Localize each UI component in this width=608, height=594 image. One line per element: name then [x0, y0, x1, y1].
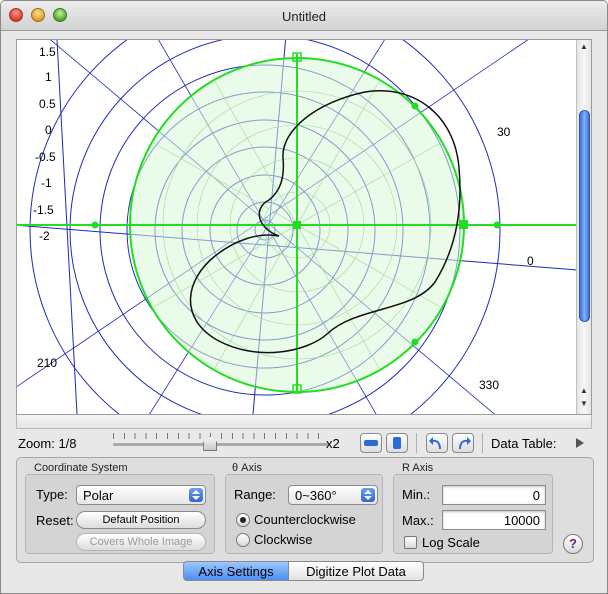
- zoom-slider-ticks: [113, 433, 329, 439]
- radius-handle[interactable]: [459, 220, 468, 229]
- axis-label: 0: [45, 123, 52, 137]
- theta-range-popup[interactable]: 0~360°: [288, 485, 378, 505]
- plot-canvas[interactable]: 1.5 1 0.5 0 -0.5 -1 -1.5 -2 30 0 210 330: [17, 40, 576, 414]
- counterclockwise-radio[interactable]: [236, 513, 250, 527]
- coordinate-system-group: Coordinate System Type: Polar Reset: Def…: [25, 462, 215, 554]
- rotate-right-icon: [459, 437, 471, 449]
- covers-whole-image-button[interactable]: Covers Whole Image: [76, 533, 206, 551]
- fit-width-icon: [364, 440, 378, 446]
- plot-view[interactable]: 1.5 1 0.5 0 -0.5 -1 -1.5 -2 30 0 210 330: [16, 39, 592, 415]
- popup-arrows-icon: [361, 488, 375, 502]
- coordinate-type-popup[interactable]: Polar: [76, 485, 206, 505]
- axis-label: -0.5: [35, 150, 56, 164]
- axis-label: 1: [45, 70, 52, 84]
- rotate-right-button[interactable]: [452, 433, 474, 453]
- axis-label: 0.5: [39, 97, 56, 111]
- zoom-max-label: x2: [326, 436, 340, 451]
- zoom-label: Zoom: 1/8: [18, 436, 77, 451]
- popup-arrows-icon: [189, 488, 203, 502]
- max-label: Max.:: [402, 513, 434, 528]
- vertical-scroll-thumb[interactable]: [579, 110, 590, 322]
- reset-label: Reset:: [36, 513, 74, 528]
- fit-width-button[interactable]: [360, 433, 382, 453]
- scroll-up-icon[interactable]: ▲: [580, 386, 588, 395]
- origin-handle[interactable]: [293, 221, 301, 229]
- fit-height-icon: [393, 437, 401, 449]
- angle-label: 330: [479, 378, 499, 392]
- coordinate-type-value: Polar: [83, 488, 114, 503]
- angle-label: 0: [527, 254, 534, 268]
- r-axis-group: R Axis Min.: 0 Max.: 10000 Log Scale: [393, 462, 553, 554]
- r-max-field[interactable]: 10000: [442, 510, 546, 530]
- axis-label: -1.5: [33, 203, 54, 217]
- coordinate-system-title: Coordinate System: [34, 462, 128, 474]
- theta-range-value: 0~360°: [295, 488, 337, 503]
- scroll-down-icon[interactable]: ▼: [580, 399, 588, 408]
- range-label: Range:: [234, 487, 276, 502]
- toolbar-separator: [416, 433, 417, 453]
- help-button[interactable]: ?: [563, 534, 583, 554]
- fit-height-button[interactable]: [386, 433, 408, 453]
- window-title: Untitled: [281, 9, 327, 24]
- r-axis-title: R Axis: [402, 462, 434, 474]
- title-bar: Untitled: [1, 1, 607, 31]
- axis-point-handle[interactable]: [91, 221, 99, 229]
- clockwise-radio[interactable]: [236, 533, 250, 547]
- angle-label: 210: [37, 356, 57, 370]
- axis-label: -1: [41, 176, 52, 190]
- default-position-button[interactable]: Default Position: [76, 511, 206, 529]
- left-axis-labels: 1.5 1 0.5 0 -0.5 -1 -1.5 -2: [33, 45, 56, 243]
- zoom-toolbar: Zoom: 1/8 x2 Data Table:: [16, 431, 596, 455]
- toolbar-separator: [482, 433, 483, 453]
- scroll-up-icon[interactable]: ▲: [580, 42, 588, 51]
- axis-point-handle[interactable]: [411, 338, 419, 346]
- plot-svg[interactable]: 1.5 1 0.5 0 -0.5 -1 -1.5 -2 30 0 210 330: [17, 40, 576, 414]
- angle-label: 30: [497, 125, 511, 139]
- theta-axis-title: θ Axis: [232, 462, 262, 474]
- app-window: Untitled 1.5 1 0.5 0 -0.5 -1 -1.5 -2 30 …: [0, 0, 608, 594]
- tab-axis-settings[interactable]: Axis Settings: [183, 561, 289, 581]
- axis-point-handle[interactable]: [411, 102, 419, 110]
- zoom-slider[interactable]: [113, 443, 329, 446]
- axis-label: 1.5: [39, 45, 56, 59]
- min-label: Min.:: [402, 487, 431, 502]
- grid-left-axis: [56, 40, 78, 414]
- counterclockwise-label[interactable]: Counterclockwise: [254, 512, 356, 527]
- data-table-label: Data Table:: [491, 436, 557, 451]
- rotate-left-icon: [429, 437, 441, 449]
- rotate-left-button[interactable]: [426, 433, 448, 453]
- disclosure-triangle-icon[interactable]: [576, 438, 584, 448]
- r-min-field[interactable]: 0: [442, 485, 546, 505]
- axis-point-handle[interactable]: [493, 221, 501, 229]
- tab-digitize-plot-data[interactable]: Digitize Plot Data: [288, 561, 424, 581]
- axis-settings-panel: Coordinate System Type: Polar Reset: Def…: [16, 457, 594, 563]
- log-scale-checkbox[interactable]: [404, 536, 417, 549]
- vertical-scrollbar[interactable]: ▲ ▲ ▼: [576, 40, 591, 414]
- type-label: Type:: [36, 487, 68, 502]
- horizontal-scrollbar[interactable]: [16, 415, 592, 429]
- clockwise-label[interactable]: Clockwise: [254, 532, 313, 547]
- axis-label: -2: [39, 229, 50, 243]
- theta-axis-group: θ Axis Range: 0~360° Counterclockwise Cl…: [225, 462, 383, 554]
- log-scale-label[interactable]: Log Scale: [422, 535, 480, 550]
